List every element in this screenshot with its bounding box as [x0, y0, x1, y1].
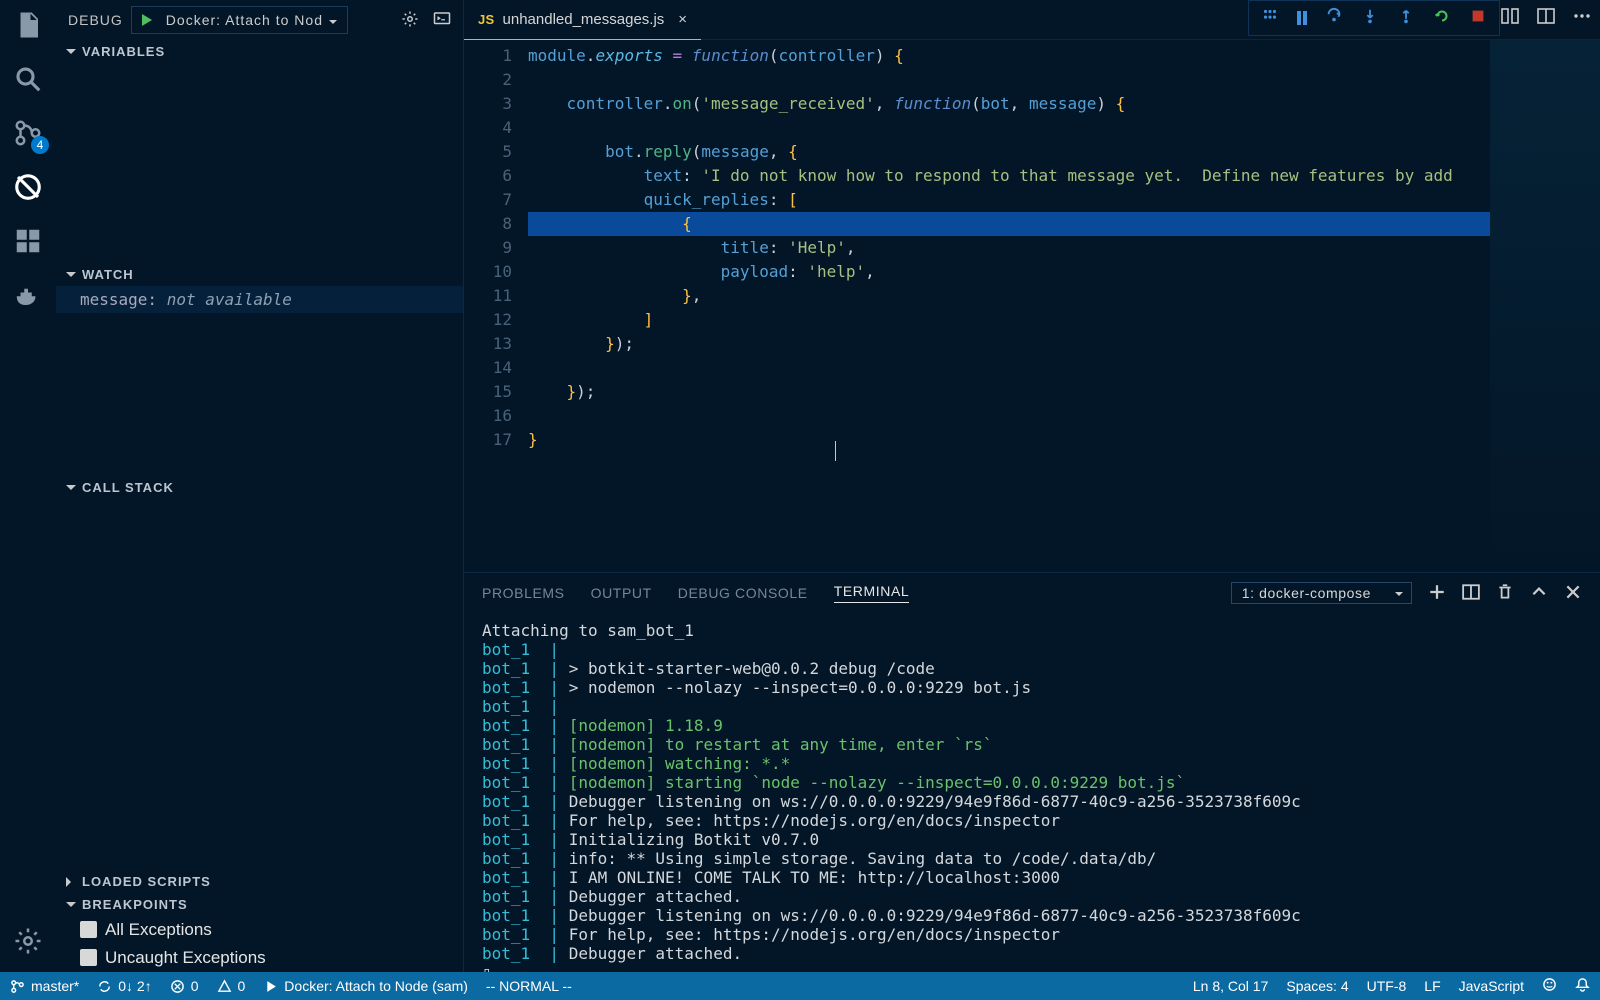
- step-out-button[interactable]: [1397, 7, 1415, 29]
- terminal-line: bot_1 |: [482, 697, 1582, 716]
- minimap[interactable]: [1490, 40, 1600, 572]
- section-breakpoints[interactable]: BREAKPOINTS: [56, 893, 463, 916]
- scm-badge: 4: [31, 136, 49, 154]
- debug-toolbar[interactable]: [1248, 0, 1500, 36]
- debug-settings-icon[interactable]: [401, 10, 419, 31]
- split-editor-icon[interactable]: [1536, 6, 1556, 30]
- close-icon[interactable]: ×: [678, 11, 687, 28]
- section-call-stack[interactable]: CALL STACK: [56, 476, 463, 499]
- docker-icon[interactable]: [13, 280, 43, 310]
- terminal-line: bot_1 | > nodemon --nolazy --inspect=0.0…: [482, 678, 1582, 697]
- terminal-line: bot_1 | Initializing Botkit v0.7.0: [482, 830, 1582, 849]
- settings-gear-icon[interactable]: [13, 926, 43, 956]
- debug-target[interactable]: Docker: Attach to Node (sam): [263, 978, 468, 994]
- terminal-line: ▯: [482, 963, 1582, 972]
- split-diff-icon[interactable]: [1500, 6, 1520, 30]
- checkbox[interactable]: [80, 949, 97, 966]
- terminal-line: bot_1 | [nodemon] to restart at any time…: [482, 735, 1582, 754]
- terminal-line: bot_1 |: [482, 640, 1582, 659]
- editor-tabs: JSunhandled_messages.js×: [464, 0, 1600, 40]
- line-gutter: 1234567891011121314151617: [464, 40, 528, 572]
- indentation[interactable]: Spaces: 4: [1286, 978, 1348, 994]
- terminal-line: bot_1 | Debugger attached.: [482, 887, 1582, 906]
- restart-button[interactable]: [1433, 7, 1451, 29]
- js-file-icon: JS: [478, 12, 495, 27]
- debug-config-dropdown[interactable]: Docker: Attach to Nod: [131, 6, 348, 34]
- editor-group: JSunhandled_messages.js× 123456789101112…: [464, 0, 1600, 972]
- start-debug-button[interactable]: [134, 8, 158, 32]
- tab-output[interactable]: OUTPUT: [591, 585, 652, 601]
- git-branch[interactable]: master*: [10, 978, 79, 994]
- terminal-select[interactable]: 1: docker-compose: [1231, 582, 1412, 604]
- debug-icon[interactable]: [13, 172, 43, 202]
- split-terminal-icon[interactable]: [1462, 583, 1480, 604]
- terminal-line: bot_1 | For help, see: https://nodejs.or…: [482, 925, 1582, 944]
- step-over-button[interactable]: [1325, 7, 1343, 29]
- pause-button[interactable]: [1297, 11, 1307, 25]
- scm-icon[interactable]: 4: [13, 118, 43, 148]
- files-icon[interactable]: [13, 10, 43, 40]
- close-panel-icon[interactable]: [1564, 583, 1582, 604]
- terminal-line: bot_1 | info: ** Using simple storage. S…: [482, 849, 1582, 868]
- tab-problems[interactable]: PROBLEMS: [482, 585, 565, 601]
- more-icon[interactable]: [1572, 6, 1592, 30]
- section-watch[interactable]: WATCH: [56, 263, 463, 286]
- cursor-position[interactable]: Ln 8, Col 17: [1193, 978, 1269, 994]
- code-editor[interactable]: 1234567891011121314151617 module.exports…: [464, 40, 1600, 572]
- terminal-line: bot_1 | [nodemon] starting `node --nolaz…: [482, 773, 1582, 792]
- extensions-icon[interactable]: [13, 226, 43, 256]
- terminal-line: bot_1 | Debugger listening on ws://0.0.0…: [482, 906, 1582, 925]
- stop-button[interactable]: [1469, 7, 1487, 29]
- warnings-count[interactable]: 0: [217, 978, 246, 994]
- section-variables[interactable]: VARIABLES: [56, 40, 463, 63]
- debug-side-panel: DEBUG Docker: Attach to Nod VARIABLES WA…: [56, 0, 464, 972]
- breakpoint-row[interactable]: Uncaught Exceptions: [56, 944, 463, 972]
- status-bar: master* 0↓ 2↑ 0 0 Docker: Attach to Node…: [0, 972, 1600, 1000]
- panel-tabs: PROBLEMS OUTPUT DEBUG CONSOLE TERMINAL 1…: [464, 573, 1600, 613]
- language-mode[interactable]: JavaScript: [1459, 978, 1524, 994]
- terminal-line: bot_1 | For help, see: https://nodejs.or…: [482, 811, 1582, 830]
- editor-tab[interactable]: JSunhandled_messages.js×: [464, 0, 701, 40]
- eol[interactable]: LF: [1424, 978, 1440, 994]
- kill-terminal-icon[interactable]: [1496, 583, 1514, 604]
- terminal-line: bot_1 | > botkit-starter-web@0.0.2 debug…: [482, 659, 1582, 678]
- step-into-button[interactable]: [1361, 7, 1379, 29]
- new-terminal-icon[interactable]: [1428, 583, 1446, 604]
- debug-config-label: Docker: Attach to Nod: [160, 12, 341, 28]
- section-loaded-scripts[interactable]: LOADED SCRIPTS: [56, 870, 463, 893]
- terminal-line: bot_1 | [nodemon] watching: *.*: [482, 754, 1582, 773]
- activity-bar: 4: [0, 0, 56, 972]
- terminal-line: bot_1 | Debugger listening on ws://0.0.0…: [482, 792, 1582, 811]
- breakpoint-row[interactable]: All Exceptions: [56, 916, 463, 944]
- git-sync[interactable]: 0↓ 2↑: [97, 978, 151, 994]
- terminal-line: Attaching to sam_bot_1: [482, 621, 1582, 640]
- watch-expression[interactable]: message: not available: [56, 286, 463, 313]
- checkbox[interactable]: [80, 921, 97, 938]
- bottom-panel: PROBLEMS OUTPUT DEBUG CONSOLE TERMINAL 1…: [464, 572, 1600, 972]
- terminal-output[interactable]: Attaching to sam_bot_1bot_1 | bot_1 | > …: [464, 613, 1600, 972]
- debug-panel-header: DEBUG Docker: Attach to Nod: [56, 0, 463, 40]
- debug-console-icon[interactable]: [433, 10, 451, 31]
- bell-icon[interactable]: [1575, 977, 1590, 995]
- terminal-line: bot_1 | Debugger attached.: [482, 944, 1582, 963]
- toolbar-grip-icon[interactable]: [1261, 7, 1279, 29]
- encoding[interactable]: UTF-8: [1367, 978, 1407, 994]
- vim-mode: -- NORMAL --: [486, 978, 572, 994]
- code-area[interactable]: module.exports = function(controller) { …: [528, 40, 1490, 572]
- smiley-icon[interactable]: [1542, 977, 1557, 995]
- terminal-line: bot_1 | I AM ONLINE! COME TALK TO ME: ht…: [482, 868, 1582, 887]
- tab-terminal[interactable]: TERMINAL: [834, 583, 910, 603]
- maximize-panel-icon[interactable]: [1530, 583, 1548, 604]
- errors-count[interactable]: 0: [170, 978, 199, 994]
- tab-debug-console[interactable]: DEBUG CONSOLE: [678, 585, 808, 601]
- terminal-line: bot_1 | [nodemon] 1.18.9: [482, 716, 1582, 735]
- panel-title: DEBUG: [68, 12, 123, 28]
- search-icon[interactable]: [13, 64, 43, 94]
